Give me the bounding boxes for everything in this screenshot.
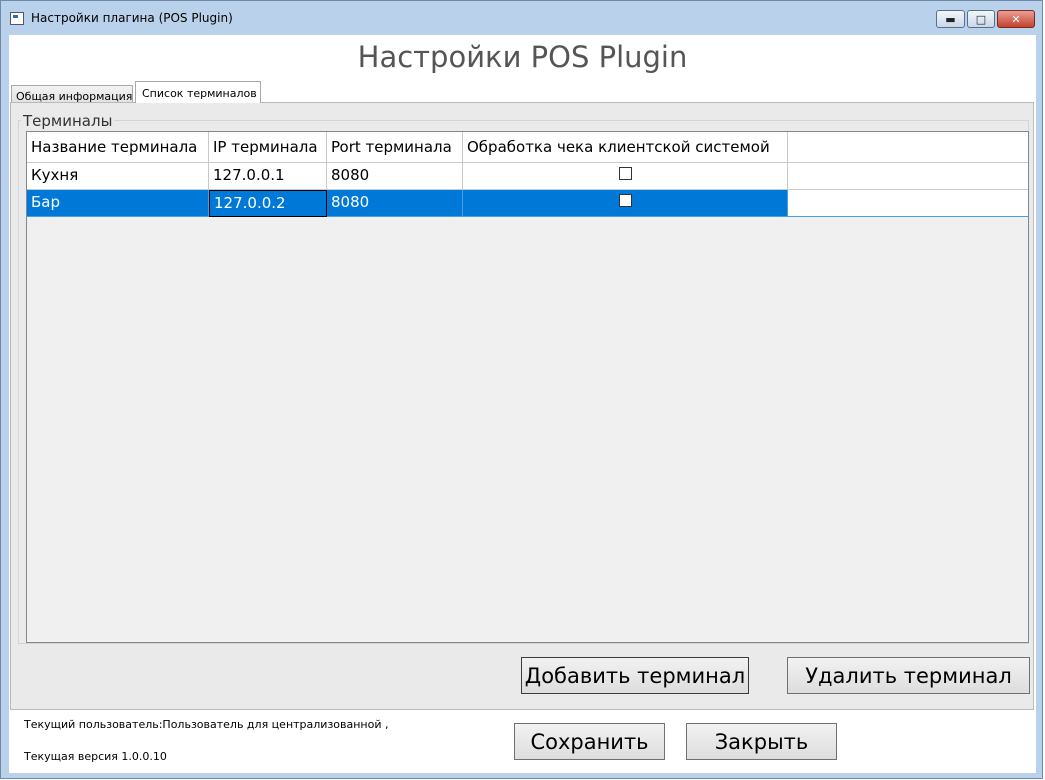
- page-title: Настройки POS Plugin: [357, 40, 688, 74]
- cell-terminal-port[interactable]: 8080: [327, 163, 463, 190]
- app-icon[interactable]: [10, 12, 24, 25]
- cell-terminal-name[interactable]: Бар: [27, 190, 209, 217]
- cell-client-processing[interactable]: [463, 190, 788, 217]
- current-user-label: Текущий пользователь:Пользователь для це…: [24, 718, 389, 731]
- client-processing-checkbox[interactable]: [618, 194, 632, 207]
- app-window: Настройки плагина (POS Plugin) ▬ □ ✕ Нас…: [0, 0, 1043, 779]
- cell-terminal-ip[interactable]: 127.0.0.2: [209, 190, 327, 217]
- table-row[interactable]: Кухня 127.0.0.1 8080: [27, 163, 1028, 190]
- grid-header-row: Название терминала IP терминала Port тер…: [27, 132, 1028, 163]
- add-terminal-button[interactable]: Добавить терминал: [521, 657, 749, 694]
- maximize-button[interactable]: □: [967, 10, 995, 28]
- cell-terminal-name[interactable]: Кухня: [27, 163, 209, 190]
- current-version-label: Текущая версия 1.0.0.10: [24, 750, 167, 763]
- tab-terminal-list[interactable]: Список терминалов: [135, 81, 261, 103]
- cell-filler: [788, 163, 1028, 190]
- client-processing-checkbox[interactable]: [618, 167, 632, 180]
- column-header-filler: [788, 132, 1028, 163]
- close-button[interactable]: Закрыть: [686, 723, 837, 760]
- cell-client-processing[interactable]: [463, 163, 788, 190]
- terminals-grid[interactable]: Название терминала IP терминала Port тер…: [26, 131, 1029, 643]
- column-header-client-processing[interactable]: Обработка чека клиентской системой: [463, 132, 788, 163]
- remove-terminal-button[interactable]: Удалить терминал: [787, 657, 1030, 694]
- close-window-button[interactable]: ✕: [997, 10, 1035, 28]
- minimize-button[interactable]: ▬: [936, 10, 965, 28]
- client-area: Настройки POS Plugin Общая информация Сп…: [9, 35, 1036, 773]
- column-header-port[interactable]: Port терминала: [327, 132, 463, 163]
- cell-terminal-port[interactable]: 8080: [327, 190, 463, 217]
- terminals-tab-panel: Терминалы Название терминала IP терминал…: [10, 102, 1034, 710]
- table-row-selected[interactable]: Бар 127.0.0.2 8080: [27, 190, 1028, 217]
- cell-terminal-ip[interactable]: 127.0.0.1: [209, 163, 327, 190]
- tab-general-info[interactable]: Общая информация: [11, 85, 133, 103]
- save-button[interactable]: Сохранить: [514, 723, 665, 760]
- column-header-ip[interactable]: IP терминала: [209, 132, 327, 163]
- column-header-name[interactable]: Название терминала: [27, 132, 209, 163]
- terminals-group-label: Терминалы: [21, 112, 115, 130]
- title-bar[interactable]: Настройки плагина (POS Plugin) ▬ □ ✕: [1, 1, 1042, 35]
- window-title: Настройки плагина (POS Plugin): [31, 11, 233, 25]
- cell-filler: [788, 190, 1028, 217]
